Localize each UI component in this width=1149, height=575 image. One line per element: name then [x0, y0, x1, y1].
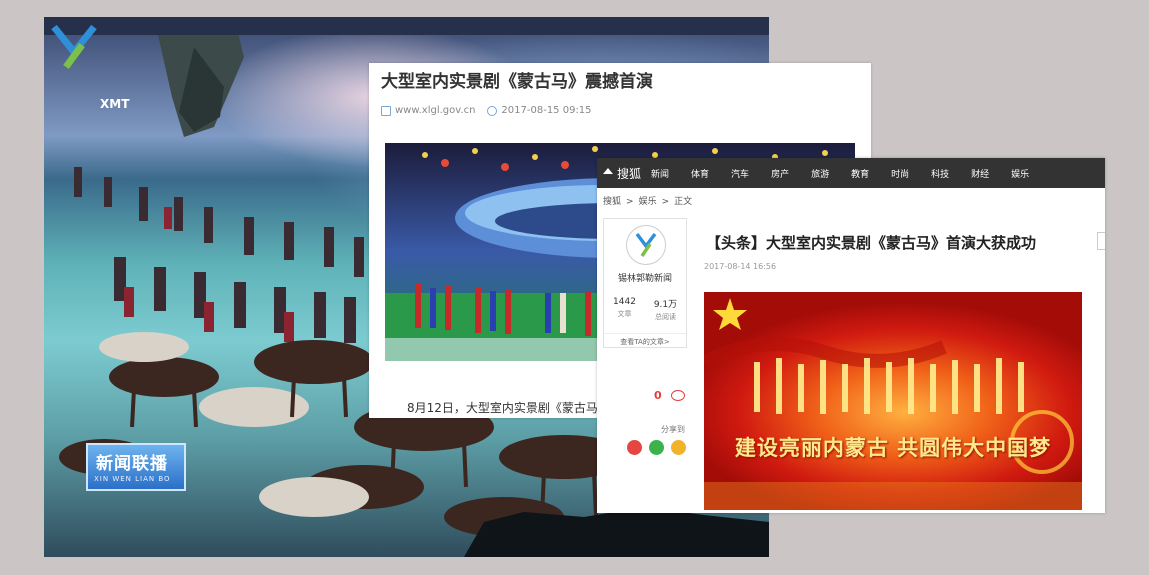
author-avatar[interactable]	[626, 225, 666, 265]
qzone-share-icon[interactable]	[671, 440, 686, 455]
breadcrumb-separator: >	[626, 197, 634, 207]
article-title[interactable]: 大型室内实景剧《蒙古马》震撼首演	[381, 67, 653, 92]
comment-count[interactable]: 0	[654, 389, 662, 402]
nav-item-news[interactable]: 新闻	[651, 167, 669, 180]
nav-item-travel[interactable]: 旅游	[811, 167, 829, 180]
breadcrumb-separator: >	[661, 197, 670, 207]
author-reads-label: 总阅读	[655, 313, 676, 321]
news-program-badge: 新闻联播 XIN WEN LIAN BO	[86, 443, 186, 491]
author-articles-count: 1442	[613, 297, 636, 307]
breadcrumb-entertainment[interactable]: 娱乐	[639, 197, 657, 207]
author-articles-label: 文章	[617, 310, 632, 318]
article-meta: www.xlgl.gov.cn 2017-08-15 09:15	[381, 105, 592, 116]
sohu-nav-bar: 搜狐 新闻 体育 汽车 房产 旅游 教育 时尚 科技 财经 娱乐	[597, 158, 1105, 188]
author-logo-icon	[635, 232, 657, 257]
tv-station-logo-text: XMT	[100, 97, 130, 111]
sohu-logo[interactable]: 搜狐	[603, 165, 641, 182]
sidebar-edge	[1097, 232, 1105, 250]
nav-item-fashion[interactable]: 时尚	[891, 167, 909, 180]
article-time: 2017-08-15 09:15	[501, 105, 592, 116]
nav-item-tech[interactable]: 科技	[931, 167, 949, 180]
author-reads-count: 9.1万	[653, 300, 678, 310]
nav-item-auto[interactable]: 汽车	[731, 167, 749, 180]
tv-station-logo-icon	[51, 24, 97, 70]
news-badge-title: 新闻联播	[96, 454, 168, 474]
author-card: 锡林郭勒新闻 1442 文章 9.1万 总阅读 查看TA的文章>	[603, 218, 687, 348]
sohu-logo-text: 搜狐	[617, 166, 642, 181]
nav-item-realestate[interactable]: 房产	[771, 167, 789, 180]
nav-item-entertainment[interactable]: 娱乐	[1011, 167, 1029, 180]
share-label: 分享到	[661, 425, 685, 434]
nav-item-education[interactable]: 教育	[851, 167, 869, 180]
comment-icon[interactable]	[671, 390, 685, 401]
author-reads-stat: 9.1万 总阅读	[645, 297, 686, 322]
source-icon	[381, 105, 391, 116]
sohu-article-page: 搜狐 新闻 体育 汽车 房产 旅游 教育 时尚 科技 财经 娱乐 搜狐 > 娱乐 > 正…	[597, 158, 1105, 513]
wechat-share-icon[interactable]	[649, 440, 664, 455]
breadcrumb-home[interactable]: 搜狐	[603, 197, 621, 207]
author-articles-stat: 1442 文章	[604, 297, 645, 319]
article-body-text: 8月12日，大型室内实景剧《蒙古马	[407, 401, 598, 415]
nav-item-sports[interactable]: 体育	[691, 167, 709, 180]
author-name[interactable]: 锡林郭勒新闻	[604, 271, 686, 284]
star-icon	[713, 298, 747, 330]
clock-icon	[487, 105, 498, 116]
home-icon	[603, 168, 613, 174]
sohu-article-time: 2017-08-14 16:56	[704, 262, 777, 271]
view-author-articles-link[interactable]: 查看TA的文章>	[604, 333, 686, 347]
news-badge-subtitle: XIN WEN LIAN BO	[94, 475, 171, 483]
weibo-share-icon[interactable]	[627, 440, 642, 455]
banner-graphics	[704, 298, 1082, 510]
breadcrumb: 搜狐 > 娱乐 > 正文	[603, 194, 697, 207]
article-source[interactable]: www.xlgl.gov.cn	[395, 105, 475, 116]
sohu-article-title[interactable]: 【头条】大型室内实景剧《蒙古马》首演大获成功	[706, 232, 1036, 253]
breadcrumb-current: 正文	[674, 197, 693, 207]
nav-item-finance[interactable]: 财经	[971, 167, 989, 180]
propaganda-banner: 建设亮丽内蒙古 共圆伟大中国梦	[704, 292, 1082, 510]
banner-slogan: 建设亮丽内蒙古 共圆伟大中国梦	[734, 435, 1052, 460]
